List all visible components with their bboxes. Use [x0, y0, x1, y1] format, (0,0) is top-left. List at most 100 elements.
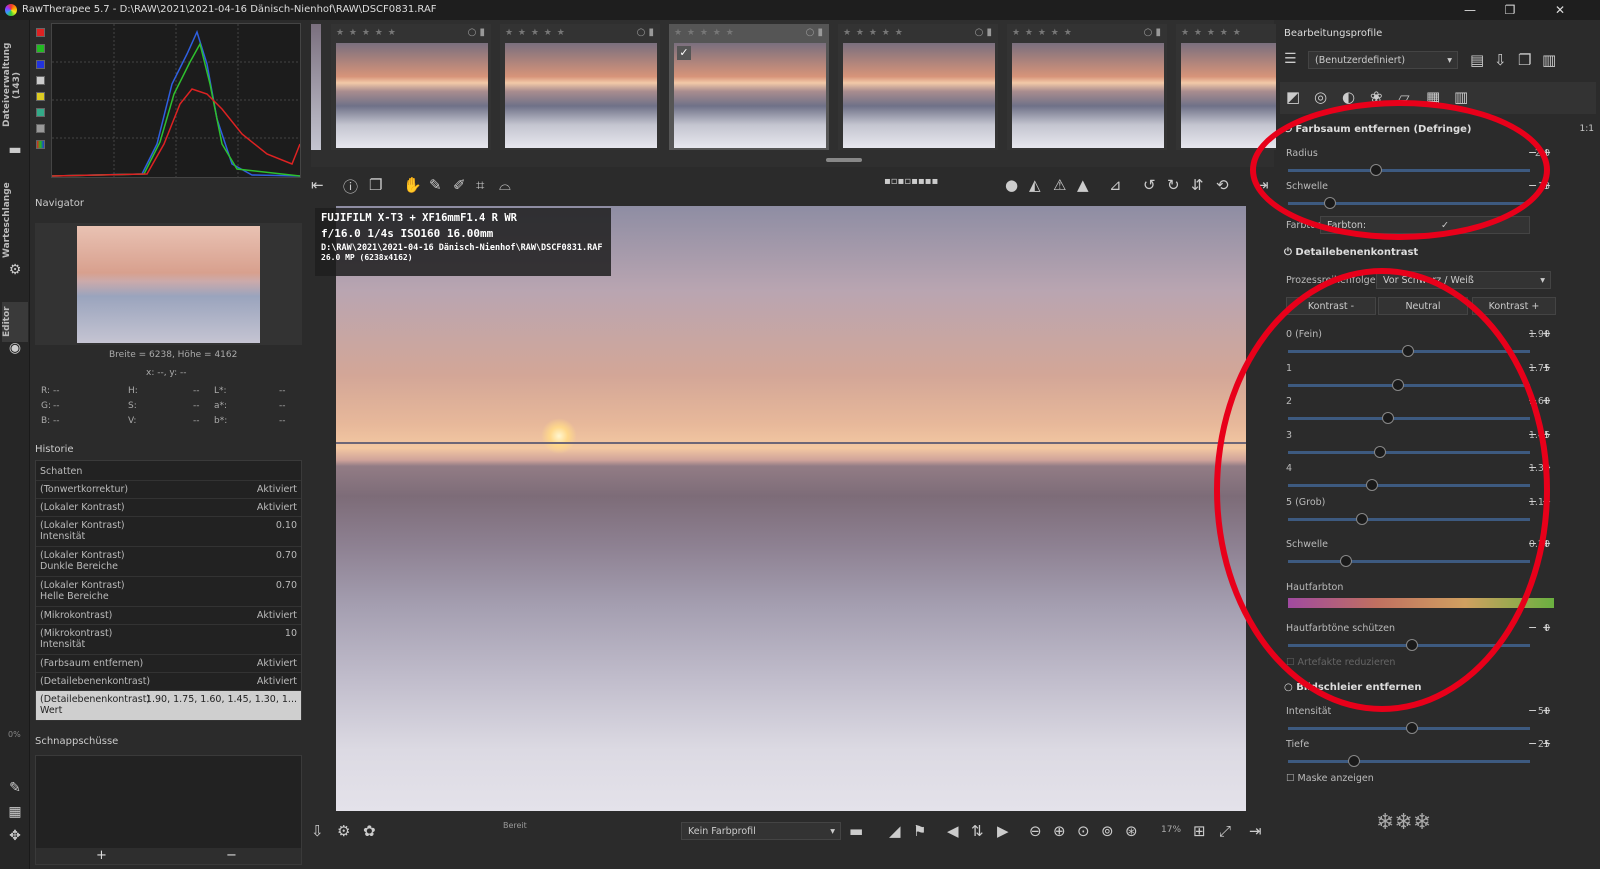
minus-icon[interactable]: − — [1528, 361, 1537, 374]
trash-icon[interactable]: ○ ▮ — [975, 27, 992, 38]
gamut-check-icon[interactable]: ⚑ — [913, 822, 926, 840]
tab-file-browser[interactable]: Dateiverwaltung (143) — [2, 30, 28, 140]
thumbnail-image[interactable] — [336, 43, 488, 148]
minimize-button[interactable]: — — [1450, 0, 1490, 20]
defringe-radius-slider[interactable] — [1288, 164, 1530, 176]
plus-icon[interactable]: + — [1542, 621, 1551, 634]
thumbnail-image[interactable] — [505, 43, 657, 148]
editor-export-icon[interactable]: ✿ — [363, 822, 376, 840]
minus-icon[interactable]: − — [1528, 394, 1537, 407]
thumbnail-image[interactable] — [1012, 43, 1164, 148]
thumbnail-image[interactable] — [843, 43, 995, 148]
close-button[interactable]: ✕ — [1540, 0, 1580, 20]
sync-icon[interactable]: ⇅ — [971, 822, 984, 840]
transform-tab-icon[interactable]: ▱ — [1398, 88, 1410, 106]
minus-icon[interactable]: − — [1528, 621, 1537, 634]
history-row[interactable]: (Tonwertkorrektur) Aktiviert — [36, 481, 301, 499]
fullscreen-icon[interactable]: ⤢ — [1219, 822, 1231, 840]
slider-knob[interactable] — [1406, 639, 1418, 651]
contrast-minus-button[interactable]: Kontrast - — [1286, 297, 1376, 315]
next-image-icon[interactable]: ▶ — [997, 822, 1009, 840]
zoom-fit-crop-icon[interactable]: ⊛ — [1125, 822, 1138, 840]
save-icon[interactable]: ⇩ — [311, 822, 324, 840]
tab-editor[interactable]: Editor — [2, 302, 28, 342]
trash-icon[interactable]: ○ ▮ — [468, 27, 485, 38]
minus-icon[interactable]: − — [1528, 179, 1537, 192]
navigator-thumbnail[interactable] — [77, 226, 260, 343]
clipped-highlights-icon[interactable]: ▲ — [1077, 176, 1089, 194]
add-snapshot-button[interactable]: + — [96, 848, 107, 863]
filmstrip-thumbnail[interactable]: ★ ★ ★ ★ ★ ○ ▮ — [500, 24, 660, 150]
profile-select[interactable]: (Benutzerdefiniert) ▾ — [1308, 51, 1458, 69]
slider-knob[interactable] — [1340, 555, 1352, 567]
filmstrip-scrollbar[interactable] — [826, 158, 862, 162]
red-channel-toggle[interactable] — [36, 28, 45, 37]
plus-icon[interactable]: + — [1542, 327, 1551, 340]
photo-preview[interactable] — [336, 206, 1246, 811]
advanced-tab-icon[interactable]: ❀ — [1370, 88, 1383, 106]
blue-channel-toggle[interactable] — [36, 60, 45, 69]
softproof-icon[interactable]: ◢ — [889, 822, 901, 840]
filmstrip-thumbnail[interactable]: ★ ★ ★ ★ ★ ○ ▮ — [838, 24, 998, 150]
slider-knob[interactable] — [1392, 378, 1404, 391]
flip-horizontal-icon[interactable]: ⟲ — [1216, 176, 1229, 194]
green-channel-toggle[interactable] — [36, 44, 45, 53]
slider-knob[interactable] — [1402, 345, 1414, 357]
minus-icon[interactable]: − — [1528, 428, 1537, 441]
history-row[interactable]: (Mikrokontrast) Aktiviert — [36, 607, 301, 625]
color-picker-icon[interactable]: ✐ — [453, 176, 466, 194]
hide-panels-icon[interactable]: ⇥ — [1249, 822, 1262, 840]
minus-icon[interactable]: − — [1528, 327, 1537, 340]
history-row[interactable]: Schatten — [36, 463, 301, 481]
rating-stars[interactable]: ★ ★ ★ ★ ★ — [843, 28, 904, 38]
cbdl-order-select[interactable]: Vor Schwarz / Weiß ▾ — [1376, 271, 1551, 289]
minus-icon[interactable]: − — [1528, 704, 1537, 717]
queue-icon[interactable]: ⚙ — [337, 822, 350, 840]
previous-image-icon[interactable]: ◀ — [947, 822, 959, 840]
plus-icon[interactable]: + — [1542, 461, 1551, 474]
save-profile-icon[interactable]: ⇩ — [1494, 51, 1507, 69]
history-row[interactable]: (Lokaler Kontrast) Helle Bereiche 0.70 — [36, 577, 301, 607]
new-window-icon[interactable]: ⊞ — [1193, 822, 1206, 840]
maximize-button[interactable]: ❐ — [1490, 0, 1530, 20]
defringe-hue-curve[interactable]: Farbton: ✓ — [1320, 216, 1530, 234]
hand-icon[interactable]: ✋ — [403, 176, 422, 194]
cbdl-level-slider[interactable] — [1288, 445, 1530, 458]
history-list[interactable]: Schatten (Tonwertkorrektur) Aktiviert (Loka… — [35, 460, 302, 721]
profile-list-icon[interactable]: ☰ — [1284, 51, 1302, 69]
zoom-fit-icon[interactable]: ⊚ — [1101, 822, 1114, 840]
minus-icon[interactable]: − — [1528, 537, 1537, 550]
straighten-icon[interactable]: ⌓ — [499, 176, 511, 194]
zoom-100-icon[interactable]: ⊙ — [1077, 822, 1090, 840]
crop-icon[interactable]: ⌗ — [476, 176, 484, 194]
slider-knob[interactable] — [1324, 197, 1336, 209]
white-balance-picker-icon[interactable]: ✎ — [429, 176, 442, 194]
metadata-tab-icon[interactable]: ▥ — [1454, 88, 1468, 106]
cbdl-threshold-slider[interactable] — [1288, 555, 1530, 567]
haze-title[interactable]: ○ Bildschleier entfernen — [1284, 682, 1421, 693]
plus-icon[interactable]: + — [1542, 428, 1551, 441]
filmstrip-thumbnail[interactable]: ★ ★ ★ ★ ★ ○ ▮ — [1007, 24, 1167, 150]
history-row[interactable]: (Farbsaum entfernen) Aktiviert — [36, 655, 301, 673]
gamut-icon[interactable]: ⊿ — [1109, 176, 1122, 194]
gear-icon[interactable]: ⚙ — [7, 262, 23, 278]
cbdl-level-slider[interactable] — [1288, 378, 1530, 391]
slider-knob[interactable] — [1366, 479, 1378, 491]
skin-hue-range[interactable] — [1288, 598, 1554, 608]
exposure-tab-icon[interactable]: ◩ — [1286, 88, 1300, 106]
mode-toggle[interactable] — [36, 140, 45, 149]
history-row[interactable]: (Detailebenenkontrast) Wert 1.90, 1.75, 1… — [36, 691, 301, 721]
plus-icon[interactable]: + — [1542, 394, 1551, 407]
skin-protect-slider[interactable] — [1288, 639, 1530, 651]
rotate-left-icon[interactable]: ↺ — [1143, 176, 1156, 194]
filmstrip-thumbnail[interactable]: ★ ★ ★ ★ ★ ○ ▮ — [331, 24, 491, 150]
chroma-toggle[interactable] — [36, 92, 45, 101]
aperture-icon[interactable]: ◉ — [7, 340, 23, 356]
show-mask-checkbox[interactable]: ☐ Maske anzeigen — [1286, 773, 1374, 784]
zoom-out-icon[interactable]: ⊖ — [1029, 822, 1042, 840]
history-row[interactable]: (Mikrokontrast) Intensität 10 — [36, 625, 301, 655]
color-tab-icon[interactable]: ◐ — [1342, 88, 1355, 106]
trash-icon[interactable]: ○ ▮ — [806, 27, 823, 38]
slider-knob[interactable] — [1370, 164, 1382, 176]
thumbnail-image[interactable] — [674, 43, 826, 148]
